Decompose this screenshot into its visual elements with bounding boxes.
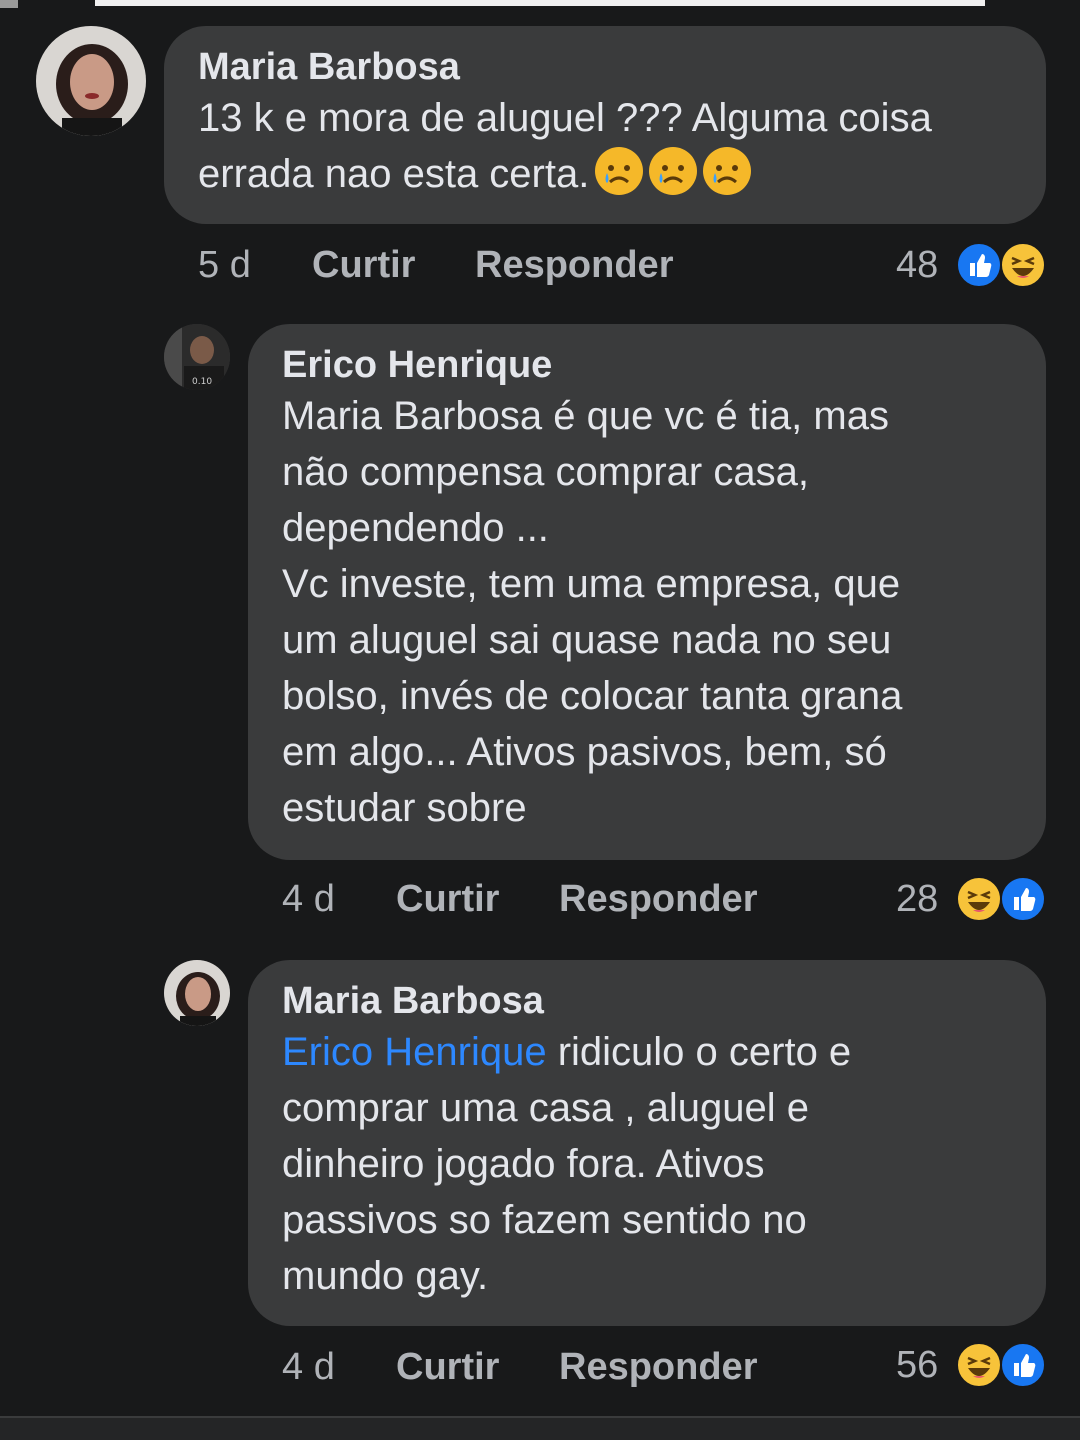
comment-time[interactable]: 4 d xyxy=(282,1344,335,1390)
like-icon xyxy=(1000,876,1046,922)
sad-tear-emoji xyxy=(649,147,698,195)
like-button[interactable]: Curtir xyxy=(312,242,415,288)
comment-time[interactable]: 4 d xyxy=(282,876,335,922)
haha-icon xyxy=(956,1342,1002,1388)
haha-icon xyxy=(956,876,1002,922)
reaction-summary[interactable]: 48 xyxy=(890,240,1050,290)
like-button[interactable]: Curtir xyxy=(396,1344,499,1390)
reply-button[interactable]: Responder xyxy=(559,876,757,922)
haha-icon xyxy=(1000,242,1046,288)
comment-bubble: Maria Barbosa 13 k e mora de aluguel ???… xyxy=(164,26,1046,224)
like-button[interactable]: Curtir xyxy=(396,876,499,922)
comment-author[interactable]: Maria Barbosa xyxy=(282,978,1012,1024)
user-photo-icon xyxy=(36,26,146,136)
next-section-edge xyxy=(0,1418,1080,1440)
like-icon xyxy=(956,242,1002,288)
reaction-count: 56 xyxy=(896,1344,939,1386)
comments-screen: Maria Barbosa 13 k e mora de aluguel ???… xyxy=(0,0,1080,1440)
svg-text:0.10: 0.10 xyxy=(192,377,212,387)
comment-text: Maria Barbosa é que vc é tia, mas não co… xyxy=(282,394,903,830)
sad-tear-emoji xyxy=(595,147,644,195)
reply-button[interactable]: Responder xyxy=(559,1344,757,1390)
cropped-top-edge xyxy=(0,0,1080,8)
comment-actions: 4 d Curtir Responder xyxy=(282,1344,802,1390)
sad-tear-emoji xyxy=(703,147,752,195)
reaction-count: 48 xyxy=(896,244,939,286)
comment-bubble: Maria Barbosa Erico Henrique ridiculo o … xyxy=(248,960,1046,1326)
user-photo-icon: 0.10 xyxy=(164,324,230,390)
user-photo-icon xyxy=(164,960,230,1026)
comment-author[interactable]: Erico Henrique xyxy=(282,342,1012,388)
like-icon xyxy=(1000,1342,1046,1388)
avatar[interactable] xyxy=(36,26,146,136)
comment-text-body: 13 k e mora de aluguel ??? Alguma coisa … xyxy=(198,96,943,196)
comment-text: Erico Henrique ridiculo o certo e compra… xyxy=(282,1024,1022,1304)
comment-bubble: Erico Henrique Maria Barbosa é que vc é … xyxy=(248,324,1046,860)
mention-link[interactable]: Erico Henrique xyxy=(282,1030,547,1074)
reply-button[interactable]: Responder xyxy=(475,242,673,288)
comment-actions: 5 d Curtir Responder xyxy=(198,242,718,288)
comment-time[interactable]: 5 d xyxy=(198,242,251,288)
reaction-summary[interactable]: 56 xyxy=(890,1340,1050,1390)
avatar[interactable]: 0.10 xyxy=(164,324,230,390)
comment-author[interactable]: Maria Barbosa xyxy=(198,44,1012,90)
cropped-image-fragment xyxy=(0,0,18,8)
comment-text: 13 k e mora de aluguel ??? Alguma coisa … xyxy=(198,90,1018,202)
comment-actions: 4 d Curtir Responder xyxy=(282,876,802,922)
cropped-caption-fragment xyxy=(95,0,985,6)
avatar[interactable] xyxy=(164,960,230,1026)
reaction-summary[interactable]: 28 xyxy=(890,874,1050,924)
reaction-count: 28 xyxy=(896,878,939,920)
